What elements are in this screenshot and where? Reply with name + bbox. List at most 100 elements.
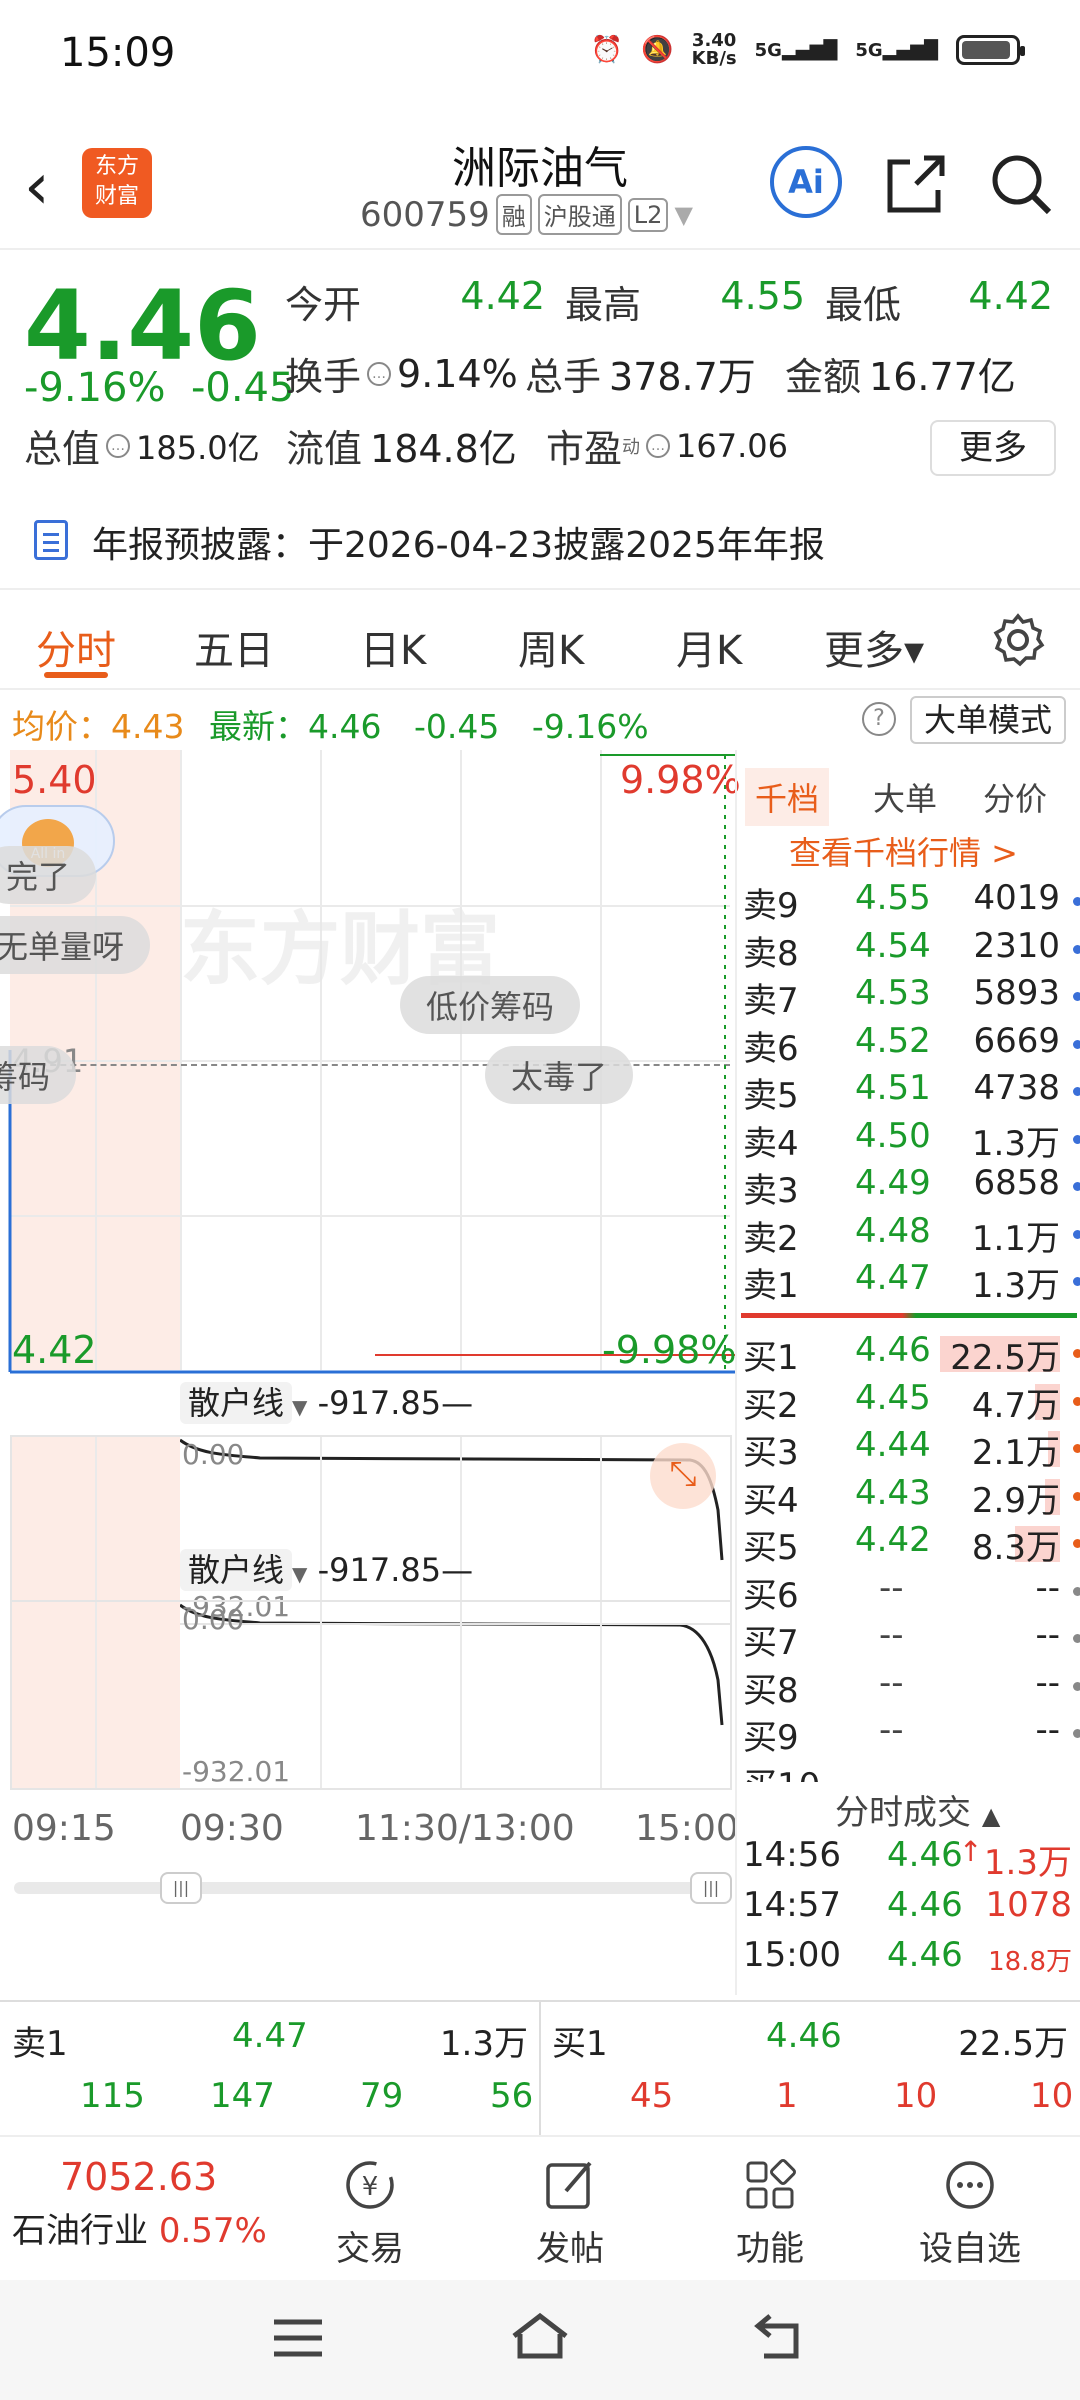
more-dots-icon [946, 2161, 994, 2209]
time-label: 09:30 [180, 1808, 284, 1849]
yuan-icon: ¥ [346, 2161, 394, 2209]
share-icon[interactable] [880, 148, 952, 220]
bid-row[interactable]: 买4 4.43 2.9万 [737, 1473, 1080, 1521]
bid-row[interactable]: 买9 -- -- [737, 1710, 1080, 1758]
stock-code-row[interactable]: 600759 融 沪股通 L2 ▼ [360, 194, 693, 235]
ask-row[interactable]: 卖1 4.47 1.3万 [737, 1258, 1080, 1306]
bid-row[interactable]: 买8 -- -- [737, 1663, 1080, 1711]
signal-icon-2: 5G▂▄▆█ [855, 39, 938, 61]
range-handle-right[interactable]: ||| [690, 1872, 732, 1904]
tab-daily-k[interactable]: 日K [360, 618, 426, 676]
indicator-2-header[interactable]: 散户线 ▼ -917.85— [180, 1545, 473, 1591]
ask-row[interactable]: 卖8 4.54 2310 [737, 926, 1080, 974]
trade-button[interactable]: ¥ 交易 [300, 2155, 440, 2270]
indicator-2-top: 0.00 [182, 1603, 245, 1636]
info-icon[interactable]: … [646, 433, 671, 458]
ask-row[interactable]: 卖6 4.52 6669 [737, 1021, 1080, 1069]
ai-button[interactable]: Ai [770, 146, 842, 218]
mute-icon: 🔕 [641, 35, 674, 65]
tab-big-orders[interactable]: 大单 [863, 768, 947, 826]
order-book: 千档 大单 分价 查看千档行情 > 卖9 4.55 4019 卖8 4.54 2310 卖7… [735, 750, 1080, 1995]
svg-text:¥: ¥ [362, 2172, 379, 2202]
post-button[interactable]: 发帖 [500, 2155, 640, 2270]
annual-report-notice[interactable]: 年报预披露：于2026-04-23披露2025年年报 [0, 490, 1080, 590]
expand-icon[interactable]: ⤡ [650, 1443, 716, 1509]
bid-row[interactable]: 买10 [737, 1758, 1080, 1782]
industry-index[interactable]: 7052.63 石油行业 0.57% [12, 2155, 267, 2252]
tab-more[interactable]: 更多▾ [824, 618, 924, 676]
tab-weekly-k[interactable]: 周K [518, 618, 584, 676]
tab-full-depth[interactable]: 千档 [745, 768, 830, 826]
bid-row[interactable]: 买7 -- -- [737, 1615, 1080, 1663]
time-label: 11:30/13:00 [355, 1808, 575, 1849]
more-button[interactable]: 更多 [930, 420, 1056, 476]
l2-badge: L2 [627, 197, 669, 232]
status-time: 15:09 [60, 30, 176, 76]
quote-panel: 4.46 -9.16% -0.45 今开 4.42 最高 4.55 最低 4.4… [0, 250, 1080, 490]
buy-summary: 买1 4.46 22.5万 45 1 10 10 [552, 2016, 1074, 2116]
time-label: 15:00 [635, 1808, 739, 1849]
big-order-mode-button[interactable]: 大单模式 [910, 696, 1066, 744]
limit-down-pct: -9.98% [602, 1328, 737, 1372]
battery-icon [956, 35, 1025, 65]
functions-button[interactable]: 功能 [700, 2155, 840, 2270]
document-icon [34, 520, 68, 560]
book-tabs: 千档 大单 分价 [737, 760, 1080, 826]
bid-row[interactable]: 买6 -- -- [737, 1568, 1080, 1616]
ask-row[interactable]: 卖3 4.49 6858 [737, 1163, 1080, 1211]
tab-price-distribution[interactable]: 分价 [973, 768, 1057, 826]
margin-badge: 融 [495, 194, 532, 235]
range-handle-left[interactable]: ||| [160, 1872, 202, 1904]
active-tab-indicator [44, 672, 108, 678]
ask-row[interactable]: 卖4 4.50 1.3万 [737, 1116, 1080, 1164]
status-icons: ⏰ 🔕 3.40 KB/s 5G▂▄▆█ 5G▂▄▆█ [591, 30, 1025, 69]
info-icon[interactable]: … [367, 361, 392, 386]
tick-trades-title[interactable]: 分时成交 ▲ [835, 1785, 1000, 1834]
home-icon[interactable] [510, 2310, 570, 2362]
comment-bubble[interactable]: 完了 [0, 846, 97, 904]
intraday-chart-area[interactable]: 东方财富 5.40 9.98% 4.91 4.42 -9.98% All in … [0, 750, 741, 2000]
chart-tabs: 分时 五日 日K 周K 月K 更多▾ [0, 590, 1080, 690]
bottom-toolbar: 7052.63 石油行业 0.57% ¥ 交易 发帖 功能 设自选 [0, 2135, 1080, 2280]
back-nav-icon[interactable] [752, 2310, 808, 2362]
ask-row[interactable]: 卖7 4.53 5893 [737, 973, 1080, 1021]
ask-row[interactable]: 卖5 4.51 4738 [737, 1068, 1080, 1116]
tab-intraday[interactable]: 分时 [36, 618, 116, 676]
caret-down-icon: ▼ [674, 200, 693, 229]
ask-row[interactable]: 卖9 4.55 4019 [737, 878, 1080, 926]
bid-row[interactable]: 买3 4.44 2.1万 [737, 1425, 1080, 1473]
net-speed: 3.40 KB/s [691, 30, 737, 69]
stock-code: 600759 [360, 194, 490, 235]
add-watchlist-button[interactable]: 设自选 [900, 2155, 1040, 2270]
sell-summary: 卖1 4.47 1.3万 115 147 79 56 [12, 2016, 534, 2116]
quote-row-1: 今开 4.42 最高 4.55 最低 4.42 [285, 274, 1053, 327]
indicator-1-header[interactable]: 散户线 ▼ -917.85— [180, 1378, 473, 1424]
search-icon[interactable] [985, 148, 1057, 220]
comment-bubble[interactable]: 筹码 [0, 1046, 77, 1104]
quote-row-2: 换手 … 9.14% 总手 378.7万 金额 16.77亿 [285, 351, 1016, 400]
limit-up-price: 5.40 [12, 758, 97, 802]
signal-icon-1: 5G▂▄▆█ [754, 39, 838, 61]
info-icon[interactable]: … [106, 433, 131, 458]
range-track[interactable] [14, 1882, 726, 1894]
avg-price-line: 均价：4.43 最新：4.46 -0.45 -9.16% ? 大单模式 [0, 690, 1080, 750]
comment-bubble[interactable]: 低价筹码 [400, 976, 581, 1034]
help-icon[interactable]: ? [862, 702, 896, 736]
indicator-1-frame [10, 1435, 732, 1625]
price-change: -9.16% -0.45 [24, 365, 295, 411]
menu-icon[interactable] [272, 2316, 324, 2360]
indicator-2-frame [10, 1600, 732, 1790]
comment-bubble[interactable]: 无单量呀 [0, 916, 151, 974]
level1-summary: 卖1 4.47 1.3万 115 147 79 56 买1 4.46 22.5万… [0, 2000, 1080, 2137]
indicator-1-top: 0.00 [182, 1438, 245, 1471]
comment-bubble[interactable]: 太毒了 [485, 1046, 634, 1104]
bid-row[interactable]: 买2 4.45 4.7万 [737, 1378, 1080, 1426]
tab-monthly-k[interactable]: 月K [676, 618, 742, 676]
bid-row[interactable]: 买1 4.46 22.5万 [737, 1330, 1080, 1378]
ask-row[interactable]: 卖2 4.48 1.1万 [737, 1211, 1080, 1259]
full-depth-link[interactable]: 查看千档行情 > [789, 828, 1018, 874]
bid-row[interactable]: 买5 4.42 8.3万 [737, 1520, 1080, 1568]
notice-text: 年报预披露：于2026-04-23披露2025年年报 [92, 525, 825, 566]
gear-icon[interactable] [990, 612, 1046, 668]
tab-five-day[interactable]: 五日 [194, 618, 274, 676]
